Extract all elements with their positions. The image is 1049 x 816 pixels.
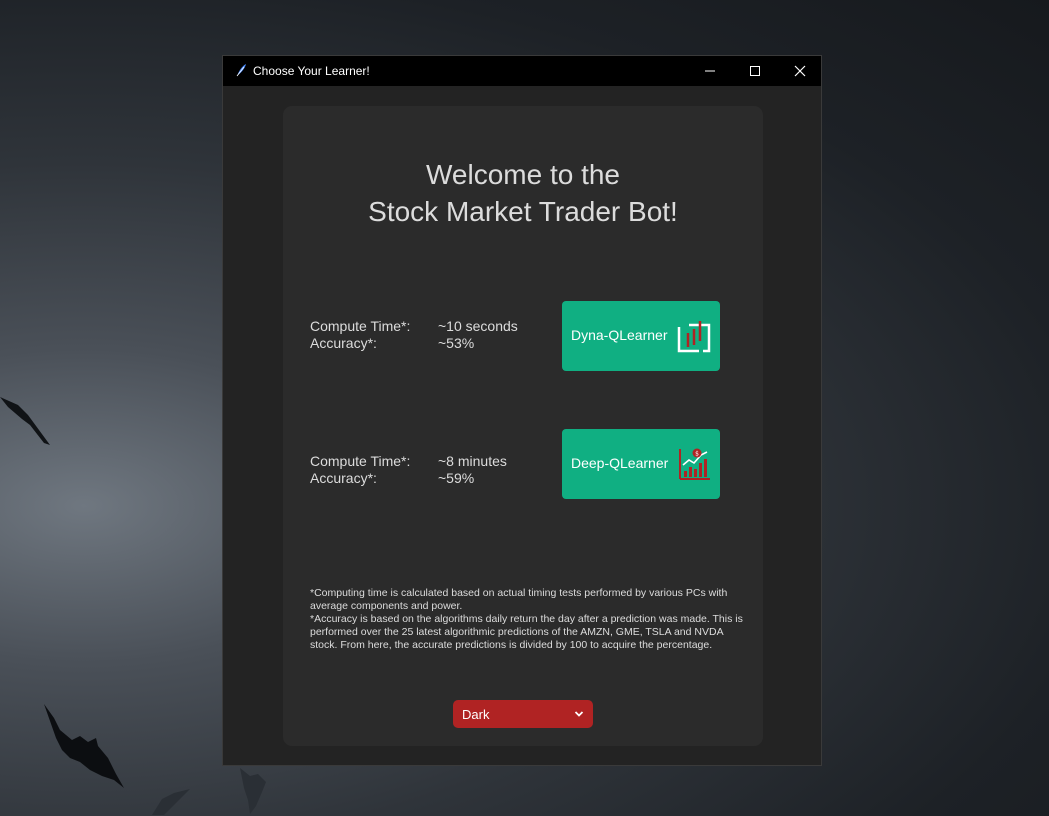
theme-select-value: Dark (462, 707, 490, 722)
page-title-line-1: Welcome to the (425, 159, 621, 190)
accuracy-label: Accuracy*: (310, 470, 377, 486)
accuracy-value: ~53% (438, 335, 475, 351)
page-title-line-2: Stock Market Trader Bot! (368, 196, 678, 227)
app-window: Choose Your Learner! Welcome to the Stoc… (222, 55, 822, 766)
compute-time-value: ~10 seconds (438, 318, 518, 334)
title-bar[interactable]: Choose Your Learner! (223, 56, 821, 86)
theme-select[interactable]: Dark (453, 700, 593, 728)
dyna-qlearner-label: Dyna-QLearner (571, 327, 668, 343)
close-button[interactable] (777, 56, 823, 86)
maximize-icon (750, 66, 760, 76)
bat-silhouette (44, 704, 124, 788)
accuracy-label: Accuracy*: (310, 335, 377, 351)
close-icon (794, 65, 806, 77)
learner-stats-dyna: Compute Time*: ~10 seconds Accuracy*: ~5… (310, 318, 550, 352)
main-panel: Welcome to the Stock Market Trader Bot! … (283, 106, 763, 746)
bat-silhouette (0, 397, 50, 445)
dyna-qlearner-button[interactable]: Dyna-QLearner (562, 301, 720, 371)
page-title: Welcome to the Stock Market Trader Bot! (283, 156, 763, 230)
accuracy-value: ~59% (438, 470, 475, 486)
bat-silhouette (152, 789, 190, 815)
footnote-accuracy: *Accuracy is based on the algorithms dai… (310, 613, 743, 651)
chevron-down-icon (574, 711, 584, 717)
deep-qlearner-button[interactable]: Deep-QLearner $ (562, 429, 720, 499)
compute-time-label: Compute Time*: (310, 318, 411, 334)
growth-bar-chart-icon: $ (679, 448, 710, 480)
compute-time-value: ~8 minutes (438, 453, 507, 469)
learner-stats-deep: Compute Time*: ~8 minutes Accuracy*: ~59… (310, 453, 550, 487)
feather-icon (236, 64, 246, 77)
footnote: *Computing time is calculated based on a… (310, 587, 750, 652)
maximize-button[interactable] (732, 56, 778, 86)
candlestick-chart-icon (677, 321, 711, 353)
minimize-icon (705, 70, 715, 72)
footnote-compute-time: *Computing time is calculated based on a… (310, 587, 728, 612)
deep-qlearner-label: Deep-QLearner (571, 455, 669, 471)
compute-time-label: Compute Time*: (310, 453, 411, 469)
svg-text:$: $ (695, 451, 699, 458)
window-title: Choose Your Learner! (253, 64, 370, 78)
minimize-button[interactable] (687, 56, 733, 86)
bat-silhouette (240, 768, 266, 814)
